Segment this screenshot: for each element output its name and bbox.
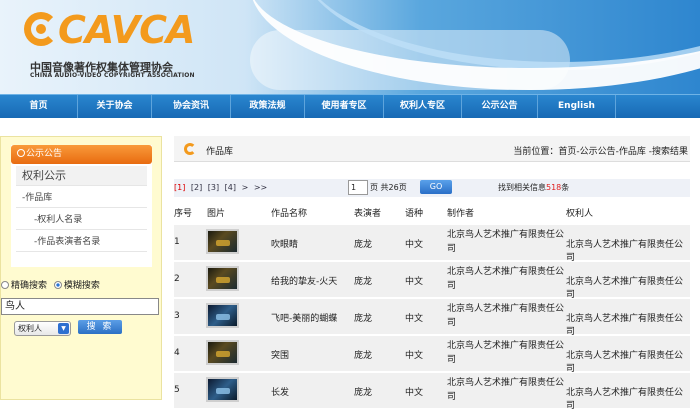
logo-dot [36,24,46,34]
exact-search-label: 精确搜索 [11,281,48,291]
go-button[interactable]: GO [420,180,452,194]
circle-icon [17,149,25,157]
nav-news[interactable]: 协会资讯 [152,95,231,118]
page-links: [1] [2] [3] [4] > >> [174,179,270,197]
col-language: 语种 [405,209,424,219]
page-link-3[interactable]: [3] [208,183,219,192]
cell-owner: 北京鸟人艺术推广有限责任公司 [566,388,684,411]
sidebar-item-rightsholders[interactable]: -权利人名录 [16,210,147,230]
video-thumbnail[interactable] [206,266,239,291]
col-performer: 表演者 [354,209,382,219]
cell-owner: 北京鸟人艺术推广有限责任公司 [566,277,684,300]
table-row: 4 突围 庞龙 中文 北京鸟人艺术推广有限责任公司 北京鸟人艺术推广有限责任公司 [174,336,690,374]
chevron-down-icon: ▼ [58,323,69,334]
nav-english[interactable]: English [538,95,616,118]
sidebar-item-works[interactable]: -作品库 [16,188,147,208]
radio-fuzzy-search[interactable] [53,281,62,289]
cell-performer: 庞龙 [354,314,373,324]
nav-rightsholder-zone[interactable]: 权利人专区 [384,95,462,118]
page-link-4[interactable]: [4] [225,183,236,192]
cell-producer: 北京鸟人艺术推广有限责任公司 [447,341,565,365]
cell-no: 3 [174,311,180,321]
result-count: 找到相关信息518条 [498,183,570,192]
cell-owner: 北京鸟人艺术推广有限责任公司 [566,314,684,337]
content-header: 作品库 当前位置：首页-公示公告-作品库 -搜索结果 [174,136,690,162]
cell-title[interactable]: 给我的挚友-火天 [271,274,337,287]
video-thumbnail[interactable] [206,340,239,365]
page-last[interactable]: >> [254,183,267,192]
table-row: 5 长发 庞龙 中文 北京鸟人艺术推广有限责任公司 北京鸟人艺术推广有限责任公司 [174,373,690,411]
cell-owner: 北京鸟人艺术推广有限责任公司 [566,351,684,374]
cell-language: 中文 [405,277,424,287]
cell-title[interactable]: 突围 [271,348,289,361]
cell-no: 1 [174,237,180,247]
nav-announcements[interactable]: 公示公告 [462,95,538,118]
logo-text[interactable]: CAVCA [58,8,195,52]
cell-performer: 庞龙 [354,277,373,287]
cell-performer: 庞龙 [354,351,373,361]
cell-performer: 庞龙 [354,240,373,250]
nav-home[interactable]: 首页 [0,95,78,118]
fuzzy-search-label: 模糊搜索 [63,281,100,291]
cell-language: 中文 [405,388,424,398]
video-thumbnail[interactable] [206,303,239,328]
cell-producer: 北京鸟人艺术推广有限责任公司 [447,267,565,291]
page-link-2[interactable]: [2] [191,183,202,192]
sidebar-item-rights-notice[interactable]: 权利公示 [16,166,147,186]
table-header: 序号 图片 作品名称 表演者 语种 制作者 权利人 [174,206,690,224]
cell-language: 中文 [405,351,424,361]
cell-title[interactable]: 飞吧-美丽的蝴蝶 [271,311,337,324]
col-title: 作品名称 [271,209,308,219]
search-button[interactable]: 搜 索 [78,320,122,334]
cell-owner: 北京鸟人艺术推广有限责任公司 [566,240,684,263]
cell-language: 中文 [405,240,424,250]
site-header: CAVCA 中国音像著作权集体管理协会 CHINA AUDIO-VIDEO CO… [0,0,700,94]
sidebar-title: 公示公告 [11,145,152,164]
nav-policy[interactable]: 政策法规 [231,95,305,118]
table-row: 2 给我的挚友-火天 庞龙 中文 北京鸟人艺术推广有限责任公司 北京鸟人艺术推广… [174,262,690,300]
cell-title[interactable]: 长发 [271,385,289,398]
page-link-1[interactable]: [1] [174,183,185,192]
cell-no: 5 [174,385,180,395]
breadcrumb: 当前位置：首页-公示公告-作品库 -搜索结果 [513,147,688,157]
cell-no: 4 [174,348,180,358]
logo-english-name: CHINA AUDIO-VIDEO COPYRIGHT ASSOCIATION [30,72,195,79]
pagination-bar: [1] [2] [3] [4] > >> 1 页 共26页 GO 找到相关信息5… [174,179,690,197]
radio-exact-search[interactable] [1,281,9,289]
page-number-input[interactable]: 1 [348,180,368,195]
nav-about[interactable]: 关于协会 [78,95,152,118]
search-options: 精确搜索 模糊搜索 [1,278,163,291]
cell-language: 中文 [405,314,424,324]
col-producer: 制作者 [447,209,475,219]
table-row: 1 吹眼睛 庞龙 中文 北京鸟人艺术推广有限责任公司 北京鸟人艺术推广有限责任公… [174,225,690,263]
col-owner: 权利人 [566,209,594,219]
main-nav: 首页 关于协会 协会资讯 政策法规 使用者专区 权利人专区 公示公告 Engli… [0,94,700,118]
col-no: 序号 [174,209,193,219]
page-next[interactable]: > [242,183,249,192]
cell-no: 2 [174,274,180,284]
page-title: 作品库 [206,147,234,157]
cell-producer: 北京鸟人艺术推广有限责任公司 [447,304,565,328]
cell-performer: 庞龙 [354,388,373,398]
video-thumbnail[interactable] [206,229,239,254]
sidebar-menu: 公示公告 权利公示 -作品库 -权利人名录 -作品表演者名录 [11,145,152,267]
search-field-select[interactable]: 权利人 ▼ [14,321,71,336]
search-input[interactable]: 鸟人 [1,298,159,315]
sidebar: 公示公告 权利公示 -作品库 -权利人名录 -作品表演者名录 精确搜索 模糊搜索… [0,136,162,400]
main-content: 作品库 当前位置：首页-公示公告-作品库 -搜索结果 [1] [2] [3] [… [174,136,690,411]
cell-title[interactable]: 吹眼睛 [271,237,298,250]
section-icon [184,143,196,155]
video-thumbnail[interactable] [206,377,239,402]
sidebar-item-performers[interactable]: -作品表演者名录 [16,232,147,252]
col-image: 图片 [207,209,226,219]
page-total: 页 共26页 [370,183,407,192]
nav-user-zone[interactable]: 使用者专区 [305,95,384,118]
table-row: 3 飞吧-美丽的蝴蝶 庞龙 中文 北京鸟人艺术推广有限责任公司 北京鸟人艺术推广… [174,299,690,337]
cell-producer: 北京鸟人艺术推广有限责任公司 [447,230,565,254]
